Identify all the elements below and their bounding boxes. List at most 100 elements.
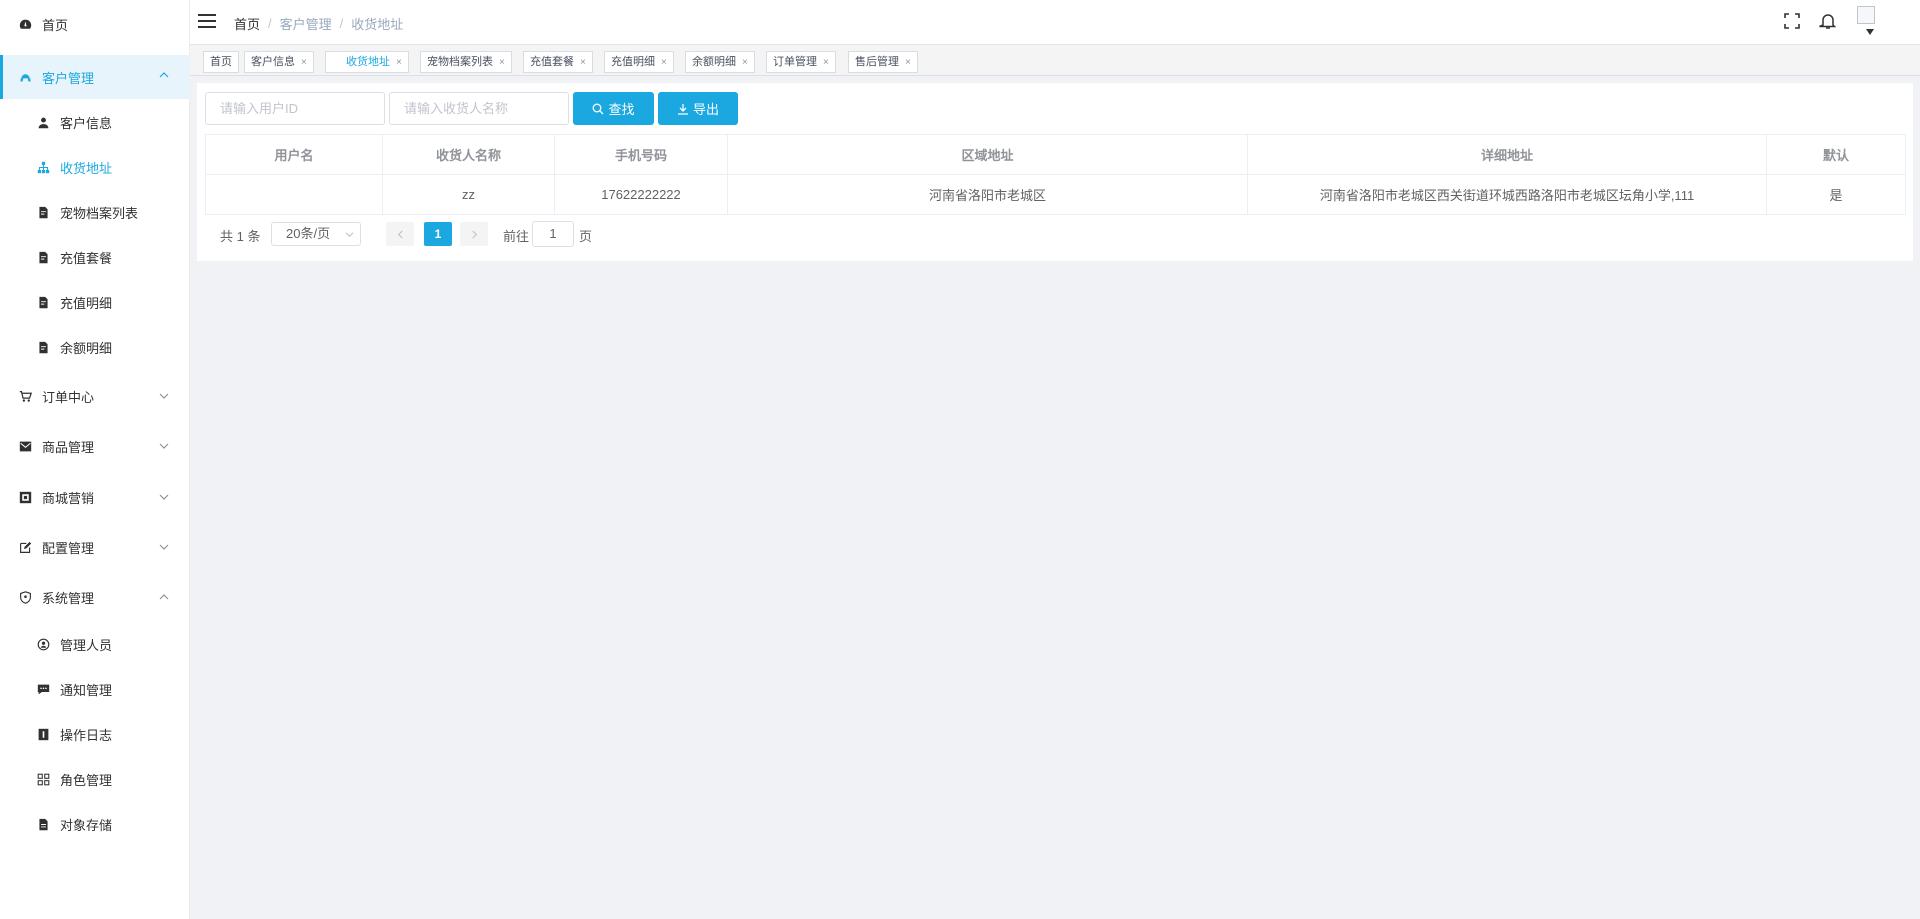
column-header: 详细地址 [1247,134,1767,175]
sidebar-group-product-mgmt[interactable]: 商品管理 [0,426,190,466]
sidebar-item-label: 商城营销 [42,490,95,506]
receiver-name-input[interactable] [389,92,569,125]
sidebar-item-label: 对象存储 [60,817,113,833]
top-header: 首页 / 客户管理 / 收货地址 [190,0,1920,44]
close-icon[interactable]: × [396,57,402,68]
sidebar-item-pet-records[interactable]: 宠物档案列表 [0,192,190,232]
table-header-row: 用户名 收货人名称 手机号码 区域地址 详细地址 默认 [205,134,1906,175]
sidebar-item-role-mgmt[interactable]: 角色管理 [0,759,190,799]
sidebar-item-label: 客户信息 [60,115,113,131]
sidebar-item-label: 配置管理 [42,540,95,556]
cell-phone: 17622222222 [554,174,728,215]
chevron-up-icon [159,594,169,600]
download-icon [677,103,688,115]
sidebar-item-notifications[interactable]: 通知管理 [0,669,190,709]
sidebar-item-label: 商品管理 [42,439,95,455]
chevron-down-icon [345,232,354,238]
sidebar-group-customer[interactable]: 客户管理 [0,55,190,99]
cell-detail-address: 河南省洛阳市老城区西关街道环城西路洛阳市老城区坛角小学,111 [1247,174,1767,215]
sidebar-item-label: 客户管理 [42,70,95,86]
cell-region: 河南省洛阳市老城区 [727,174,1248,215]
chevron-down-icon [159,544,169,550]
breadcrumb: 首页 / 客户管理 / 收货地址 [234,14,404,33]
user-circle-icon [36,637,50,651]
tag-home[interactable]: 首页 [203,51,239,73]
info-square-icon [36,727,50,741]
chevron-down-icon [159,494,169,500]
goto-label: 前往 [503,229,530,244]
sidebar-item-label: 角色管理 [60,772,113,788]
close-icon[interactable]: × [905,57,911,68]
page-number-current[interactable]: 1 [424,222,452,246]
dashboard-icon [18,17,32,31]
hamburger-icon[interactable] [198,13,216,29]
chevron-down-icon [159,393,169,399]
column-header: 手机号码 [554,134,728,175]
close-icon[interactable]: × [499,57,505,68]
tag-recharge-package[interactable]: 充值套餐 × [523,51,593,73]
user-id-input[interactable] [205,92,385,125]
sidebar-group-system-mgmt[interactable]: 系统管理 [0,577,190,617]
edit-icon [18,540,32,554]
document-edit-icon [36,250,50,264]
tag-order-mgmt[interactable]: 订单管理 × [766,51,836,73]
page-unit-label: 页 [579,229,593,244]
search-button[interactable]: 查找 [573,92,654,125]
tag-balance-details[interactable]: 余额明细 × [685,51,755,73]
sidebar-item-label: 系统管理 [42,590,95,606]
sitemap-icon [36,160,50,174]
sidebar-item-object-storage[interactable]: 对象存储 [0,804,190,844]
bell-icon[interactable] [1819,12,1837,30]
next-page-button[interactable] [460,222,488,246]
tag-recharge-details[interactable]: 充值明细 × [604,51,674,73]
table-row[interactable]: zz 17622222222 河南省洛阳市老城区 河南省洛阳市老城区西关街道环城… [205,174,1906,215]
sidebar-item-label: 通知管理 [60,682,113,698]
sidebar-group-mall-marketing[interactable]: 商城营销 [0,477,190,517]
sidebar-item-admin-users[interactable]: 管理人员 [0,624,190,664]
cell-username [205,174,383,215]
goto-page-input[interactable]: 1 [532,221,574,247]
sidebar: 首页 客户管理 客户信息 收货地址 宠物档案列表 充值套餐 充值明细 余额明细 … [0,0,190,919]
sidebar-item-label: 收货地址 [60,160,113,176]
page-size-select[interactable]: 20条/页 [271,222,361,246]
sidebar-item-recharge-package[interactable]: 充值套餐 [0,237,190,277]
sidebar-group-config-mgmt[interactable]: 配置管理 [0,527,190,567]
sidebar-item-operation-log[interactable]: 操作日志 [0,714,190,754]
export-button[interactable]: 导出 [658,92,738,125]
chevron-right-icon [471,229,477,239]
tag-pet-records[interactable]: 宠物档案列表 × [420,51,512,73]
prev-page-button[interactable] [386,222,414,246]
column-header: 用户名 [205,134,383,175]
content-card: 查找 导出 用户名 收货人名称 手机号码 区域地址 详细地址 默认 zz 176… [197,83,1913,261]
sidebar-item-label: 首页 [42,17,69,33]
breadcrumb-home[interactable]: 首页 [234,14,260,33]
tag-shipping-address[interactable]: 收货地址 × [325,51,409,73]
cell-receiver-name: zz [382,174,555,215]
shield-icon [18,590,32,604]
tag-customer-info[interactable]: 客户信息 × [244,51,314,73]
close-icon[interactable]: × [301,57,307,68]
sidebar-item-balance-details[interactable]: 余额明细 [0,327,190,367]
envelope-icon [18,439,32,453]
sidebar-group-order-center[interactable]: 订单中心 [0,376,190,416]
sidebar-item-customer-info[interactable]: 客户信息 [0,102,190,142]
customer-service-icon [18,70,32,84]
close-icon[interactable]: × [580,57,586,68]
grid-icon [36,772,50,786]
close-icon[interactable]: × [661,57,667,68]
tag-after-sales[interactable]: 售后管理 × [848,51,918,73]
fullscreen-icon[interactable] [1783,12,1801,30]
sidebar-item-label: 操作日志 [60,727,113,743]
caret-down-icon[interactable] [1866,29,1874,35]
document-edit-icon [36,340,50,354]
sidebar-item-shipping-address[interactable]: 收货地址 [0,147,190,187]
tags-view-bar: 首页 客户信息 × 收货地址 × 宠物档案列表 × 充值套餐 × 充值明细 × 余额明细 ×… [190,44,1920,76]
sidebar-item-recharge-details[interactable]: 充值明细 [0,282,190,322]
avatar[interactable] [1857,6,1875,24]
pagination-total: 共 1 条 [220,229,261,244]
sidebar-item-label: 订单中心 [42,389,95,405]
close-icon[interactable]: × [823,57,829,68]
sidebar-item-label: 充值套餐 [60,250,113,266]
close-icon[interactable]: × [742,57,748,68]
sidebar-item-home[interactable]: 首页 [0,4,190,44]
